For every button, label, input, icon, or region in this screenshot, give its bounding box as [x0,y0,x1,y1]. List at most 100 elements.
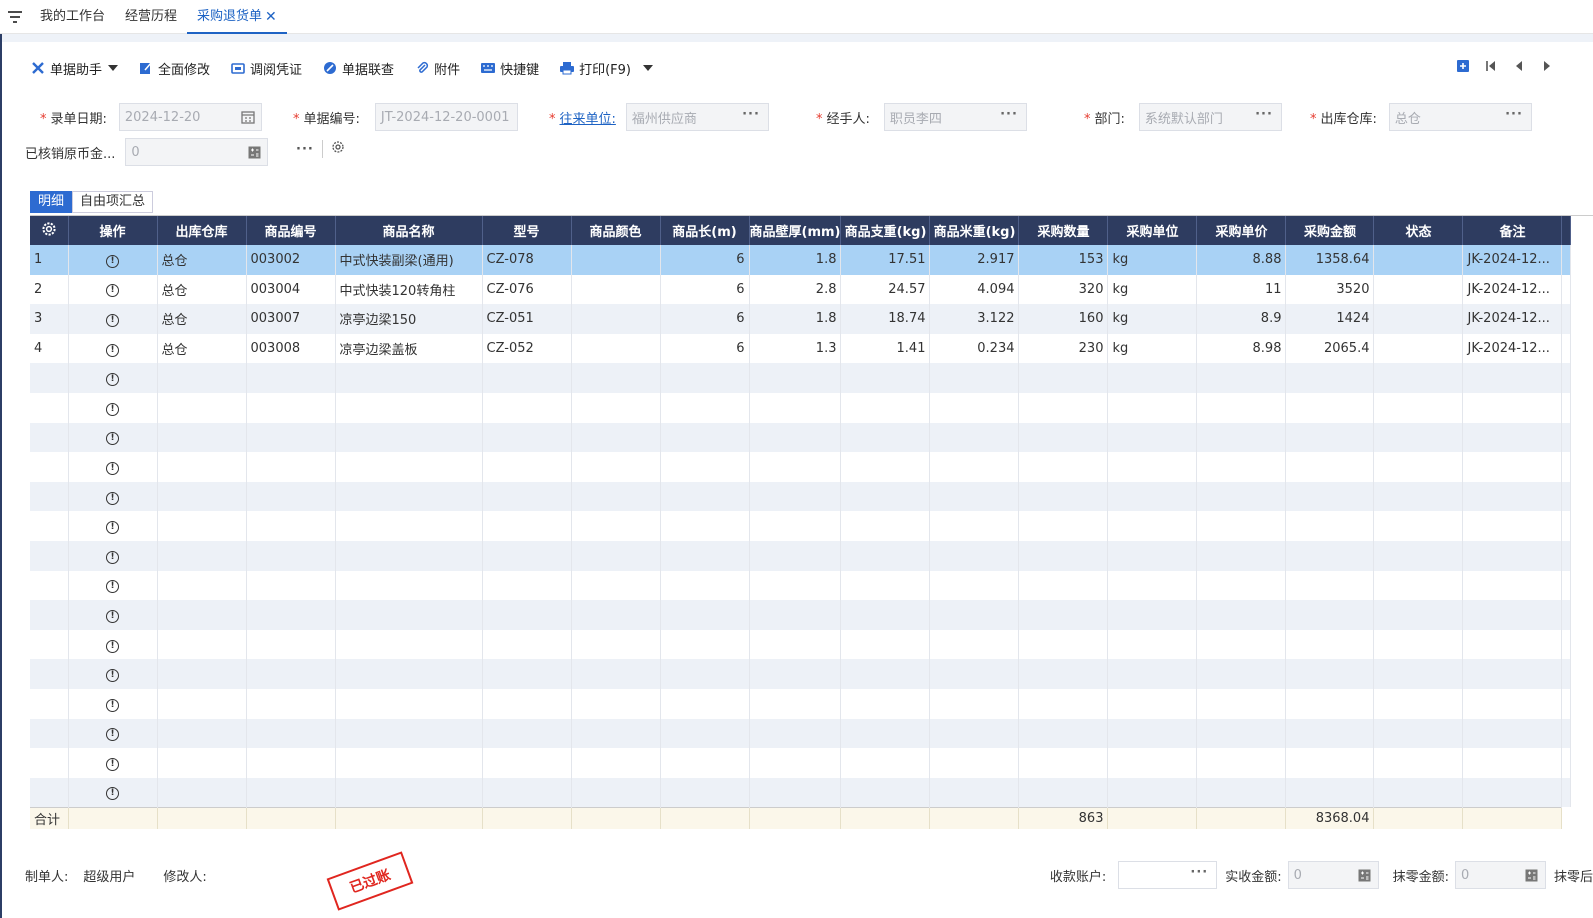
empty-cell[interactable] [1107,392,1198,423]
chevron-down-icon[interactable] [643,65,653,71]
prev-record-icon[interactable] [1511,58,1527,74]
cell-qty[interactable]: 153 [1018,245,1109,275]
empty-cell[interactable] [157,422,247,453]
cell-code[interactable]: 003004 [246,274,336,305]
more-icon[interactable]: ··· [1000,107,1018,122]
empty-cell[interactable] [1561,718,1572,749]
empty-cell[interactable] [1107,659,1198,689]
empty-cell[interactable] [571,570,661,601]
empty-cell[interactable] [482,718,572,749]
empty-cell[interactable] [335,600,483,630]
cell-code[interactable]: 003008 [246,333,336,364]
cell-qty[interactable]: 160 [1018,304,1109,334]
empty-cell[interactable] [482,452,572,482]
cell-color[interactable] [571,274,661,305]
empty-cell[interactable] [335,392,483,423]
assistant-button[interactable]: 单据助手 [30,59,119,78]
cell-mwt[interactable]: 4.094 [929,274,1020,305]
empty-cell[interactable] [571,600,661,630]
cell-wh[interactable]: 总仓 [157,245,247,275]
cell-unit[interactable]: kg [1107,274,1198,305]
info-icon[interactable]: ! [106,432,119,446]
cell-unit[interactable]: kg [1107,333,1198,364]
more-icon[interactable]: ··· [296,142,314,157]
cell-price[interactable]: 8.9 [1196,304,1287,334]
cell-amount[interactable]: 1424 [1285,304,1375,334]
empty-cell[interactable] [749,392,842,423]
empty-cell[interactable] [335,452,483,482]
empty-row[interactable]: ! [30,570,1572,601]
empty-cell[interactable] [1373,481,1464,512]
column-header[interactable]: 状态 [1373,216,1464,245]
empty-cell[interactable] [660,540,750,571]
empty-cell[interactable] [840,688,931,719]
column-header[interactable]: 商品壁厚(mm) [749,216,842,245]
table-row[interactable]: 2! 总仓 003004 中式快装120转角柱 CZ-076 6 2.8 24.57 4.094… [30,274,1572,305]
empty-cell[interactable] [482,422,572,453]
empty-cell[interactable] [1462,748,1563,778]
column-header[interactable]: 商品名称 [335,216,483,245]
empty-cell[interactable] [929,392,1020,423]
empty-cell[interactable] [660,718,750,749]
empty-cell[interactable] [660,777,750,808]
empty-cell[interactable] [1373,659,1464,689]
empty-row[interactable]: ! [30,688,1572,719]
tab-purchase-return[interactable]: 采购退货单 ✕ [187,2,287,34]
empty-cell[interactable] [246,718,336,749]
empty-cell[interactable] [1196,540,1287,571]
empty-cell[interactable] [1196,600,1287,630]
empty-cell[interactable] [335,659,483,689]
more-icon[interactable]: ··· [1255,107,1273,122]
gear-icon[interactable] [331,140,345,158]
empty-cell[interactable] [571,363,661,393]
doc-no-input[interactable]: JT-2024-12-20-0001 [374,103,518,131]
empty-cell[interactable] [1373,392,1464,423]
empty-cell[interactable] [660,392,750,423]
empty-cell[interactable] [157,600,247,630]
empty-cell[interactable] [571,540,661,571]
shortcut-button[interactable]: 快捷键 [480,59,539,78]
empty-cell[interactable] [660,748,750,778]
date-input[interactable]: 2024-12-20 [118,103,262,131]
row-action-cell[interactable]: ! [68,540,158,571]
info-icon[interactable]: ! [106,254,119,268]
empty-cell[interactable] [246,540,336,571]
cell-note[interactable]: JK-2024-12... [1462,245,1563,275]
empty-cell[interactable] [1107,748,1198,778]
empty-cell[interactable] [571,718,661,749]
empty-cell[interactable] [1373,363,1464,393]
empty-cell[interactable] [1373,688,1464,719]
empty-cell[interactable] [1018,392,1109,423]
cell-name[interactable]: 中式快装120转角柱 [335,274,483,305]
empty-cell[interactable] [1107,481,1198,512]
edit-all-button[interactable]: 全面修改 [138,59,210,78]
empty-cell[interactable] [1018,748,1109,778]
row-action-cell[interactable]: ! [68,333,158,364]
written-off-input[interactable]: 0 [125,138,269,166]
empty-cell[interactable] [1018,600,1109,630]
empty-row[interactable]: ! [30,748,1572,778]
empty-cell[interactable] [482,392,572,423]
empty-cell[interactable] [929,422,1020,453]
row-action-cell[interactable]: ! [68,274,158,305]
empty-cell[interactable] [660,600,750,630]
info-icon[interactable]: ! [106,787,119,801]
empty-cell[interactable] [840,392,931,423]
cell-name[interactable]: 中式快装副梁(通用) [335,245,483,275]
empty-cell[interactable] [157,777,247,808]
cell-mwt[interactable]: 3.122 [929,304,1020,334]
empty-cell[interactable] [1018,570,1109,601]
empty-cell[interactable] [1285,452,1375,482]
empty-cell[interactable] [335,422,483,453]
empty-cell[interactable] [1373,570,1464,601]
cell-len[interactable]: 6 [660,333,750,364]
empty-cell[interactable] [1196,748,1287,778]
empty-cell[interactable] [1462,688,1563,719]
info-icon[interactable]: ! [106,698,119,712]
info-icon[interactable]: ! [106,757,119,771]
empty-cell[interactable] [840,718,931,749]
empty-cell[interactable] [840,629,931,660]
empty-cell[interactable] [1018,718,1109,749]
empty-cell[interactable] [749,659,842,689]
cell-mwt[interactable]: 2.917 [929,245,1020,275]
